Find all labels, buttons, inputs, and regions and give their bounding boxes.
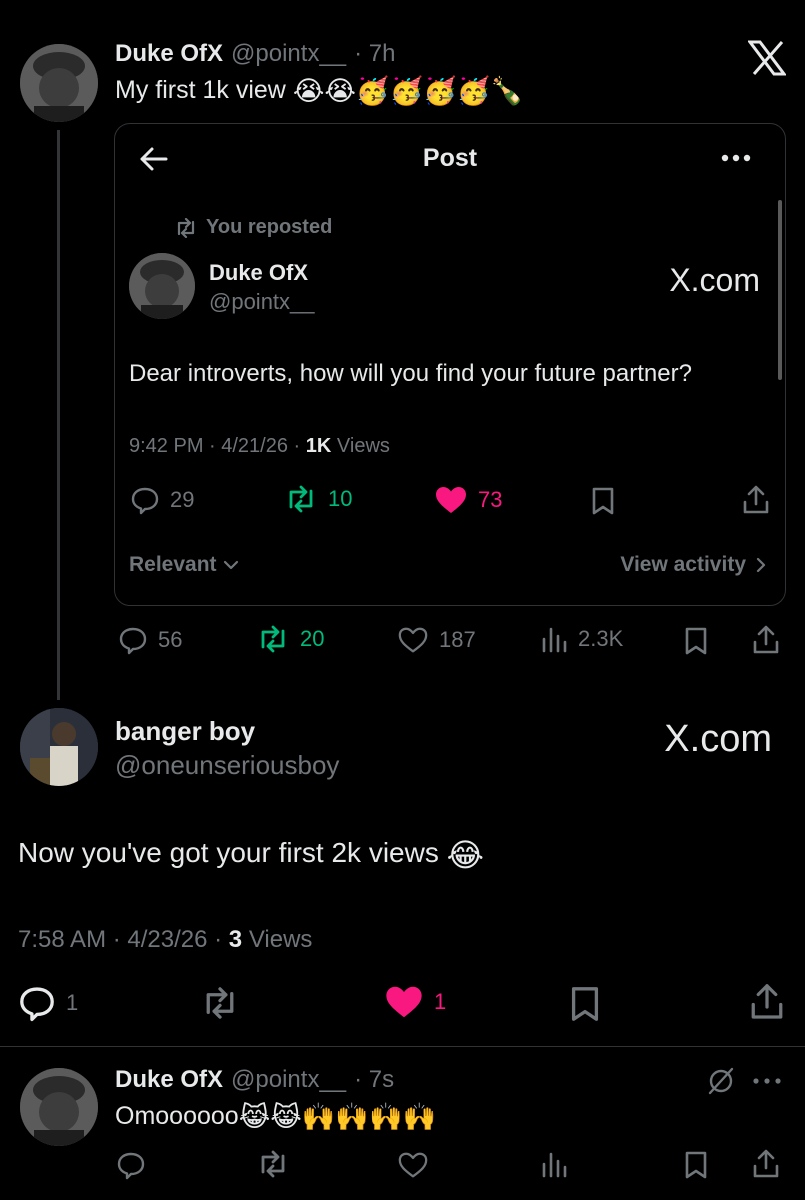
reply-count: 1 (66, 990, 79, 1015)
reply-views-label: Views (242, 926, 313, 953)
reply-text: Now you've got your first 2k views 😂 (18, 837, 484, 871)
like-button[interactable]: 1 (384, 984, 446, 1020)
embed-post-text: Dear introverts, how will you find your … (129, 360, 692, 387)
sort-label: Relevant (129, 553, 217, 576)
reply-meta: 7:58 AM · 4/23/26 · 3 Views (18, 926, 312, 954)
embed-author-handle[interactable]: @pointx__ (209, 289, 315, 315)
views-icon (540, 625, 568, 653)
like-icon (397, 625, 429, 655)
repost-icon (256, 625, 290, 653)
chevron-right-icon (756, 557, 766, 573)
repost-button[interactable] (200, 986, 240, 1020)
repost-icon (174, 217, 198, 238)
avatar[interactable] (20, 1068, 98, 1146)
reply-button[interactable] (116, 1150, 146, 1180)
post-emojis: 😭😭🥳🥳🥳🥳🍾 (292, 75, 524, 106)
repost-button[interactable] (256, 1150, 290, 1178)
reply-author-handle[interactable]: @oneunseriousboy (115, 750, 339, 781)
more-icon[interactable] (752, 1076, 782, 1086)
author-name[interactable]: Duke OfX (115, 1066, 223, 1094)
reply-emoji: 😂 (446, 836, 485, 873)
reply-icon (116, 1150, 146, 1180)
like-icon (397, 1150, 429, 1180)
view-activity-label: View activity (620, 553, 746, 576)
embed-timestamp: 9:42 PM · 4/21/26 · (129, 435, 306, 457)
post-text-body: My first 1k view (115, 76, 286, 104)
embed-views-label: Views (331, 435, 390, 457)
like-count: 1 (434, 989, 447, 1014)
x-logo[interactable] (748, 40, 786, 76)
reply-button[interactable]: 29 (130, 485, 194, 515)
embed-author-name[interactable]: Duke OfX (209, 260, 308, 286)
post-header: Duke OfX @pointx__ · 7s (115, 1066, 394, 1094)
reply-timestamp: 7:58 AM · 4/23/26 · (18, 926, 229, 953)
avatar[interactable] (129, 253, 195, 319)
repost-icon (256, 1150, 290, 1178)
reply-views-count: 3 (228, 926, 243, 953)
like-count: 187 (439, 627, 476, 652)
author-handle[interactable]: @pointx__ (231, 40, 346, 68)
views-button[interactable]: 2.3K (540, 625, 623, 653)
post-emojis: 😹😹🙌🙌🙌🙌 (238, 1101, 437, 1132)
reply-button[interactable]: 1 (18, 984, 78, 1022)
avatar[interactable] (20, 708, 98, 786)
repost-button[interactable]: 10 (284, 485, 352, 513)
reply-count: 29 (170, 487, 195, 512)
author-name[interactable]: Duke OfX (115, 40, 223, 68)
bookmark-icon[interactable] (568, 985, 602, 1023)
like-button[interactable]: 187 (397, 625, 476, 655)
like-button[interactable] (397, 1150, 429, 1180)
embed-post-meta: 9:42 PM · 4/21/26 · 1K Views (129, 435, 390, 458)
view-activity-link[interactable]: View activity (560, 553, 766, 577)
repost-count: 10 (328, 486, 353, 511)
like-count: 73 (478, 487, 503, 512)
post-text: My first 1k view 😭😭🥳🥳🥳🥳🍾 (115, 76, 524, 105)
share-icon[interactable] (751, 624, 781, 656)
like-icon (434, 485, 468, 515)
views-button[interactable] (540, 1150, 568, 1178)
reply-icon (130, 485, 160, 515)
post-header: Duke OfX @pointx__ · 7h (115, 40, 396, 68)
reply-icon (18, 984, 56, 1022)
watermark: X.com (669, 262, 760, 298)
like-icon (384, 984, 424, 1020)
reply-text-body: Now you've got your first 2k views (18, 837, 439, 868)
reposted-label: You reposted (174, 216, 332, 239)
scrollbar[interactable] (778, 200, 782, 380)
bookmark-icon[interactable] (590, 486, 616, 516)
reply-icon (118, 625, 148, 655)
embed-views-count: 1K (305, 435, 332, 457)
share-icon[interactable] (748, 982, 786, 1022)
post-time[interactable]: · 7s (354, 1066, 394, 1094)
views-icon (540, 1150, 568, 1178)
reply-count: 56 (158, 627, 183, 652)
reposted-text: You reposted (206, 216, 333, 238)
grok-icon[interactable] (706, 1066, 736, 1096)
post-text-body: Omoooooo (115, 1102, 239, 1130)
sort-dropdown[interactable]: Relevant (129, 553, 239, 577)
post-text: Omoooooo😹😹🙌🙌🙌🙌 (115, 1102, 436, 1131)
like-button[interactable]: 73 (434, 485, 502, 515)
watermark: X.com (664, 718, 772, 760)
avatar[interactable] (20, 44, 98, 122)
author-handle[interactable]: @pointx__ (231, 1066, 346, 1094)
reply-author-name[interactable]: banger boy (115, 716, 255, 747)
repost-icon (284, 485, 318, 513)
bookmark-icon[interactable] (683, 1150, 709, 1180)
bookmark-icon[interactable] (683, 626, 709, 656)
embed-header-title: Post (422, 144, 478, 172)
repost-count: 20 (300, 626, 325, 651)
views-count: 2.3K (578, 626, 624, 651)
share-icon[interactable] (741, 484, 771, 516)
reply-button[interactable]: 56 (118, 625, 182, 655)
repost-icon (200, 986, 240, 1020)
repost-button[interactable]: 20 (256, 625, 324, 653)
divider (0, 1046, 805, 1047)
post-time[interactable]: · 7h (354, 40, 395, 68)
more-icon[interactable] (720, 152, 752, 164)
share-icon[interactable] (751, 1148, 781, 1180)
thread-line (57, 130, 60, 700)
chevron-down-icon (223, 560, 239, 570)
